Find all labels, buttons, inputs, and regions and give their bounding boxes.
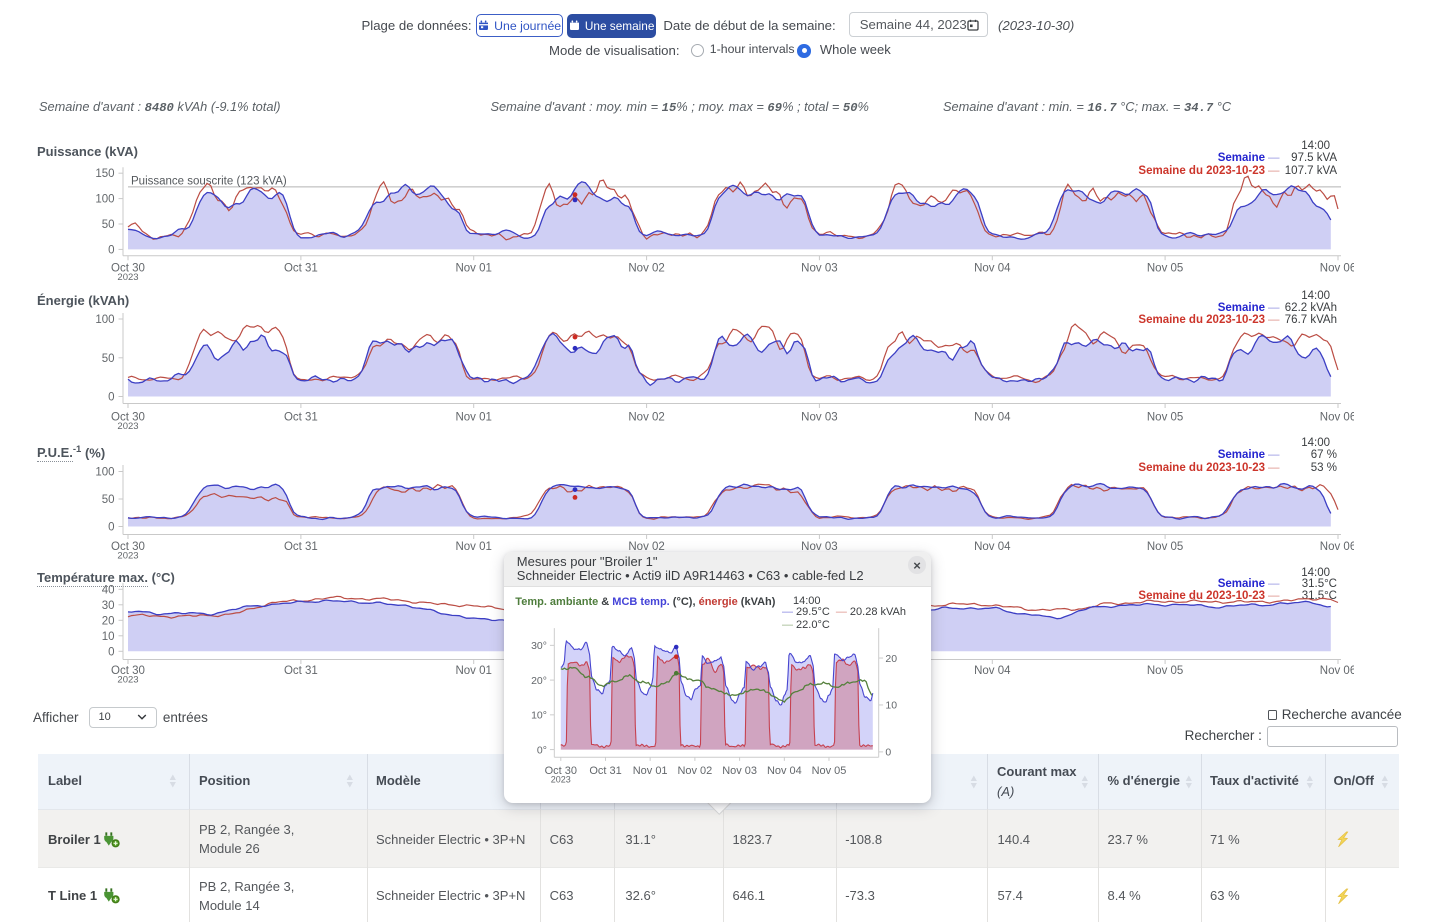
svg-text:Oct 31: Oct 31 — [590, 765, 622, 777]
svg-text:Nov 03: Nov 03 — [801, 263, 837, 275]
svg-text:Nov 06: Nov 06 — [1320, 665, 1354, 677]
svg-text:0: 0 — [108, 522, 114, 534]
svg-text:Nov 02: Nov 02 — [628, 263, 664, 275]
svg-text:Oct 31: Oct 31 — [284, 541, 318, 553]
svg-text:50: 50 — [102, 219, 115, 231]
svg-text:0: 0 — [108, 244, 114, 256]
svg-text:2023: 2023 — [117, 674, 138, 685]
svg-text:150: 150 — [95, 168, 114, 180]
svg-text:Nov 03: Nov 03 — [723, 765, 758, 777]
svg-text:Oct 31: Oct 31 — [284, 263, 318, 275]
svg-text:Nov 04: Nov 04 — [974, 541, 1011, 553]
svg-text:0: 0 — [108, 392, 114, 404]
svg-text:Nov 04: Nov 04 — [974, 263, 1011, 275]
svg-text:100: 100 — [95, 467, 114, 479]
svg-text:50: 50 — [102, 494, 115, 506]
svg-text:20: 20 — [886, 654, 898, 665]
svg-text:10: 10 — [102, 631, 115, 643]
svg-text:Nov 03: Nov 03 — [801, 412, 837, 424]
svg-text:100: 100 — [95, 194, 114, 206]
svg-text:Nov 05: Nov 05 — [1147, 665, 1183, 677]
svg-text:20: 20 — [102, 615, 115, 627]
svg-text:2023: 2023 — [117, 551, 138, 562]
svg-text:Nov 01: Nov 01 — [455, 665, 491, 677]
svg-text:Nov 05: Nov 05 — [812, 765, 847, 777]
svg-text:20°: 20° — [531, 676, 547, 687]
svg-text:Oct 31: Oct 31 — [284, 412, 318, 424]
svg-text:Oct 31: Oct 31 — [284, 665, 318, 677]
svg-text:30: 30 — [102, 600, 115, 612]
svg-text:Nov 05: Nov 05 — [1147, 263, 1183, 275]
svg-text:100: 100 — [95, 314, 114, 326]
svg-text:Nov 04: Nov 04 — [767, 765, 802, 777]
svg-text:Nov 05: Nov 05 — [1147, 541, 1183, 553]
svg-text:30°: 30° — [531, 641, 547, 652]
svg-text:10°: 10° — [531, 710, 547, 721]
svg-text:2023: 2023 — [551, 774, 571, 784]
svg-text:Nov 01: Nov 01 — [455, 412, 491, 424]
svg-text:40: 40 — [102, 584, 115, 596]
svg-text:Puissance souscrite (123 kVA): Puissance souscrite (123 kVA) — [131, 176, 287, 188]
svg-text:0: 0 — [886, 747, 892, 758]
svg-text:Nov 01: Nov 01 — [455, 263, 491, 275]
svg-text:0: 0 — [108, 646, 114, 658]
svg-text:Nov 04: Nov 04 — [974, 665, 1011, 677]
svg-text:Nov 02: Nov 02 — [628, 412, 664, 424]
svg-text:Nov 06: Nov 06 — [1320, 263, 1354, 275]
svg-text:2023: 2023 — [117, 421, 138, 432]
svg-text:0°: 0° — [537, 745, 547, 756]
svg-text:50: 50 — [102, 353, 115, 365]
svg-text:Nov 01: Nov 01 — [455, 541, 491, 553]
svg-text:Nov 01: Nov 01 — [633, 765, 668, 777]
svg-text:Nov 02: Nov 02 — [678, 765, 713, 777]
svg-text:2023: 2023 — [117, 272, 138, 283]
svg-text:Nov 05: Nov 05 — [1147, 412, 1183, 424]
svg-text:Nov 06: Nov 06 — [1320, 541, 1354, 553]
svg-text:Nov 06: Nov 06 — [1320, 412, 1354, 424]
svg-text:10: 10 — [886, 701, 898, 712]
svg-text:Nov 04: Nov 04 — [974, 412, 1011, 424]
